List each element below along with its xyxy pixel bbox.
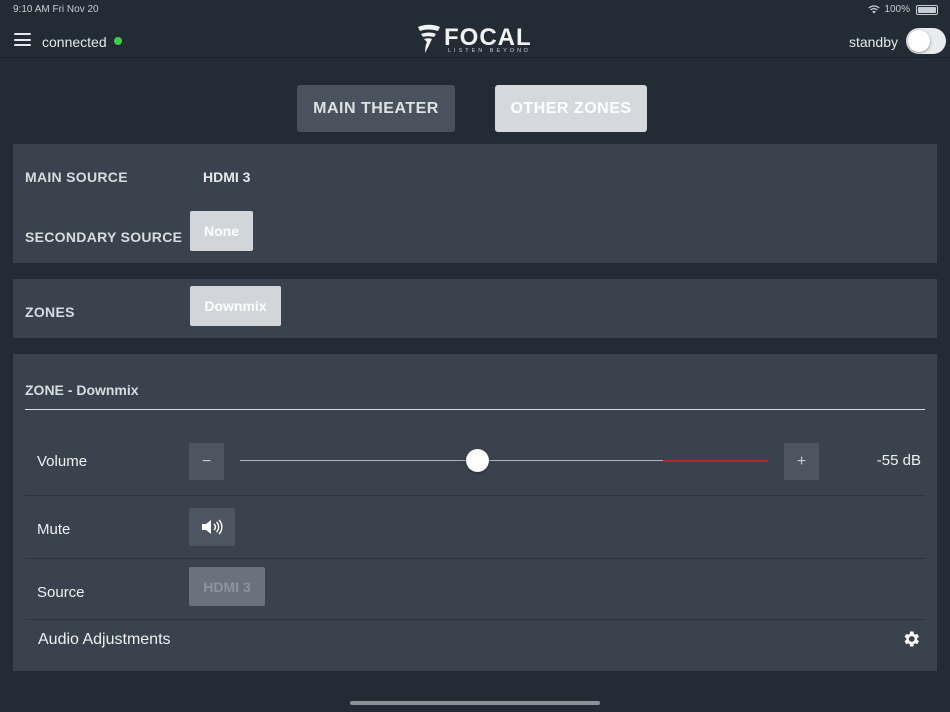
secondary-source-button[interactable]: None [190,211,253,251]
volume-down-button[interactable]: − [189,443,224,480]
connection-status: connected [42,34,107,50]
zones-label: ZONES [25,304,75,320]
volume-up-button[interactable]: + [784,443,819,480]
main-source-label: MAIN SOURCE [25,169,128,185]
mute-button[interactable] [189,508,235,546]
mute-label: Mute [37,521,71,538]
volume-label: Volume [37,453,88,470]
focal-logo-icon [418,24,440,53]
audio-adjustments-label[interactable]: Audio Adjustments [38,631,171,649]
zone-source-label: Source [37,584,85,601]
battery-percent: 100% [884,4,910,15]
menu-icon[interactable] [14,33,31,46]
zone-title-divider [25,409,925,410]
sources-panel: MAIN SOURCE HDMI 3 SECONDARY SOURCE None [13,144,937,263]
focal-logo: FOCAL LISTEN BEYOND [416,22,546,56]
main-source-value: HDMI 3 [203,169,251,185]
row-divider [25,558,925,559]
zone-source-button[interactable]: HDMI 3 [189,567,265,606]
volume-slider-handle[interactable] [466,449,489,472]
standby-toggle[interactable] [906,28,946,54]
standby-toggle-knob [908,30,930,52]
zones-panel: ZONES Downmix [13,279,937,338]
status-time: 9:10 AM Fri Nov 20 [13,4,99,15]
connection-indicator-dot [114,37,122,45]
tab-other-zones[interactable]: OTHER ZONES [495,85,647,132]
zone-title: ZONE - Downmix [25,382,139,398]
brand-tagline: LISTEN BEYOND [448,48,532,54]
row-divider [25,619,925,620]
status-indicators: 100% [868,4,938,15]
zone-downmix-button[interactable]: Downmix [190,286,281,326]
zone-detail-panel: ZONE - Downmix Volume − + -55 dB Mute So… [13,354,937,671]
home-indicator[interactable] [350,701,600,705]
row-divider [25,495,925,496]
wifi-icon [868,5,881,14]
status-bar: 9:10 AM Fri Nov 20 100% [0,0,950,20]
tab-main-theater[interactable]: MAIN THEATER [297,85,455,132]
speaker-icon [202,519,223,535]
battery-icon [916,4,938,15]
volume-value: -55 dB [876,452,921,469]
top-bar: connected FOCAL LISTEN BEYOND standby [0,20,950,58]
gear-icon[interactable] [901,629,921,649]
secondary-source-label: SECONDARY SOURCE [25,229,183,245]
standby-label: standby [848,34,898,50]
volume-limit-zone [663,460,768,462]
